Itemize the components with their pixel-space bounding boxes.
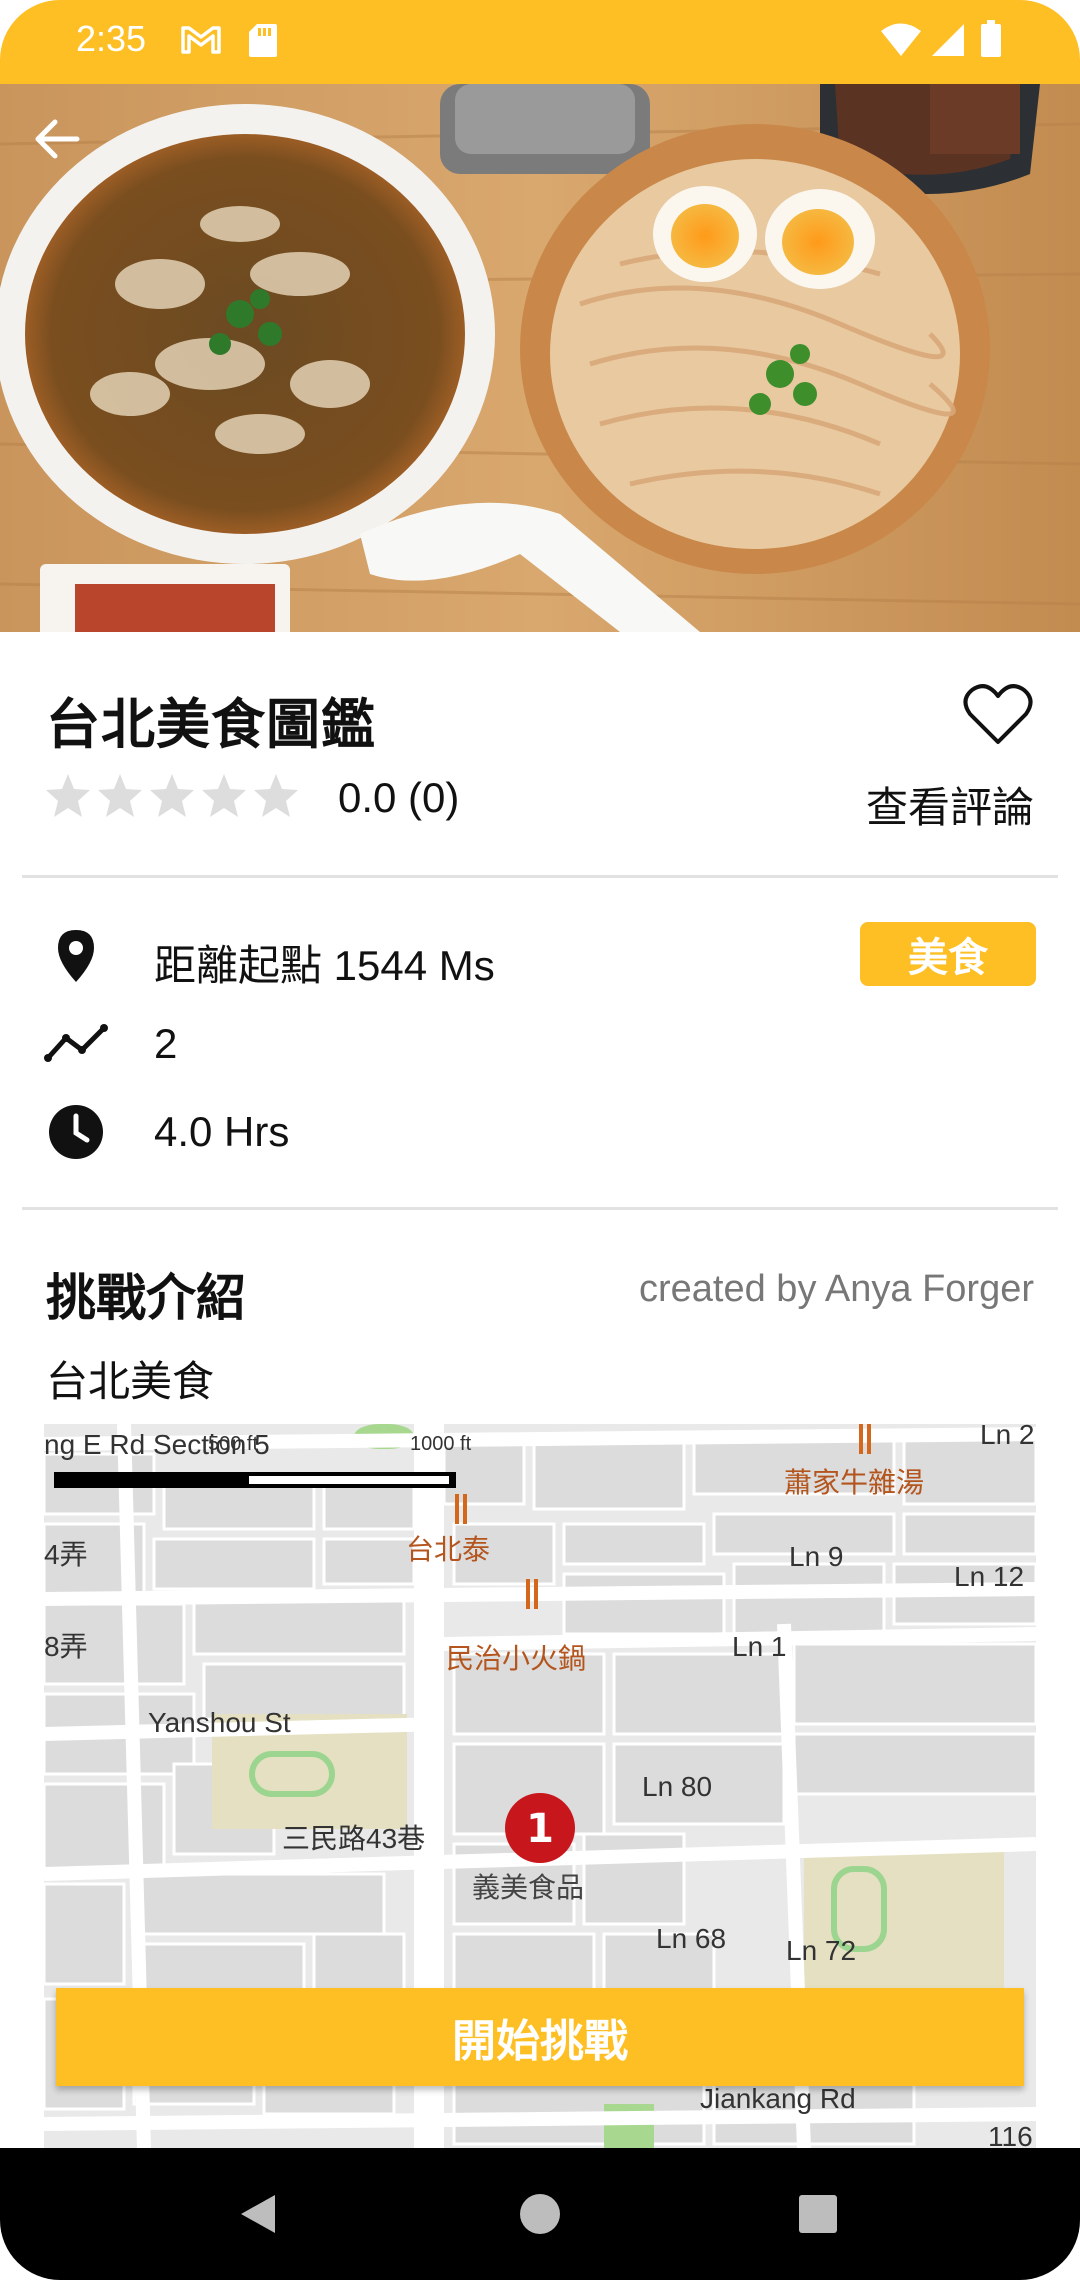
intro-section-title: 挑戰介紹 [46, 1269, 246, 1327]
nav-recents-icon [799, 2195, 837, 2233]
map-road-label: 116 [988, 2121, 1033, 2148]
map-road-label: Ln 2 [980, 1424, 1035, 1450]
star-empty-icon [150, 774, 194, 817]
nav-back-icon [241, 2195, 275, 2233]
status-time: 2:35 [76, 18, 147, 59]
route-points-text: 2 [154, 1020, 178, 1067]
nav-back-button[interactable] [232, 2186, 288, 2242]
rating-stars [44, 772, 300, 820]
challenge-title: 台北美食圖鑑 [46, 693, 376, 756]
intro-description: 台北美食 [46, 1357, 215, 1406]
map-road-label: Ln 80 [642, 1771, 712, 1802]
divider [22, 875, 1058, 878]
category-tag: 美食 [860, 922, 1036, 986]
map-road-label: 4弄 [44, 1539, 88, 1570]
nav-home-button[interactable] [512, 2186, 568, 2242]
duration-text: 4.0 Hrs [154, 1108, 290, 1155]
location-pin-icon [44, 924, 108, 988]
map-poi-label: 義美食品 [472, 1872, 584, 1903]
creator-text: created by Anya Forger [639, 1268, 1034, 1310]
map-marker: 1 [505, 1793, 575, 1863]
system-nav-bar [0, 2148, 1080, 2280]
battery-icon [981, 20, 1001, 57]
map-road-label: 8弄 [44, 1631, 88, 1662]
star-empty-icon [98, 774, 142, 817]
map-road-label: Yanshou St [148, 1707, 291, 1738]
clock-icon [44, 1100, 108, 1164]
map-poi-label: 蕭家牛雜湯 [784, 1467, 924, 1498]
map-road-label: ng E Rd Section 5 [44, 1429, 270, 1460]
divider [22, 1207, 1058, 1210]
gmail-icon [181, 26, 221, 54]
map-scale-1000: 1000 ft [410, 1433, 472, 1455]
map-road-label: Ln 68 [656, 1923, 726, 1954]
map-road-label: 三民路43巷 [282, 1823, 425, 1854]
map-road-label: Ln 72 [786, 1935, 856, 1966]
back-button[interactable] [26, 108, 88, 170]
map-poi-label: 民治小火鍋 [446, 1643, 586, 1674]
map-road-label: Ln 9 [789, 1541, 844, 1572]
start-challenge-button[interactable]: 開始挑戰 [56, 1988, 1024, 2086]
rating-value: 0.0 (0) [338, 774, 460, 821]
route-line-icon [44, 1012, 108, 1076]
view-reviews-link[interactable]: 查看評論 [866, 774, 1034, 835]
hero-photo [0, 84, 1080, 632]
map-road-label: Ln 1 [732, 1631, 787, 1662]
arrow-left-icon [35, 119, 80, 159]
wifi-icon [881, 23, 921, 56]
map-poi-label: 台北泰 [406, 1534, 490, 1565]
distance-text: 距離起點 1544 Ms [154, 942, 495, 989]
nav-recents-button[interactable] [790, 2186, 846, 2242]
favorite-button[interactable] [962, 682, 1034, 748]
star-empty-icon [202, 774, 246, 817]
nav-home-icon [520, 2194, 560, 2234]
map-marker-number: 1 [526, 1806, 554, 1852]
map-road-label: Jiankang Rd [700, 2083, 856, 2114]
status-bar: 2:35 [0, 0, 1080, 84]
star-empty-icon [254, 774, 298, 817]
star-empty-icon [46, 774, 90, 817]
heart-outline-icon [963, 684, 1033, 744]
signal-icon [932, 24, 964, 56]
map-road-label: Ln 12 [954, 1561, 1024, 1592]
sd-card-icon [249, 24, 277, 57]
